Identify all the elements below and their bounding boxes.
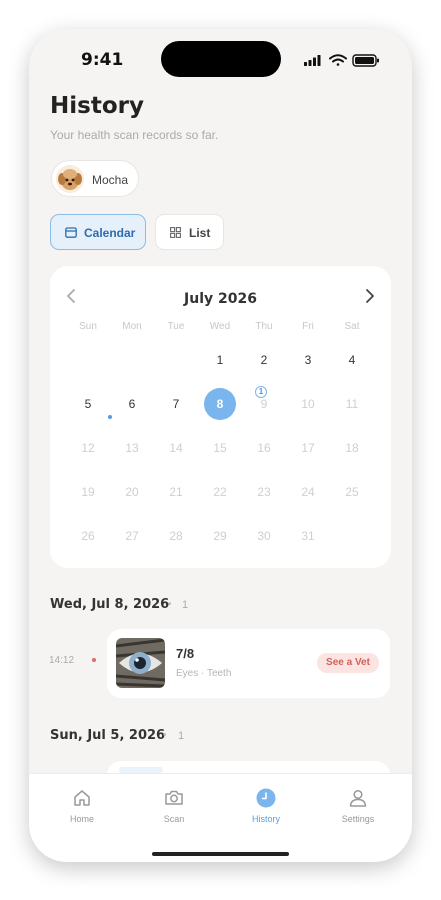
home-icon <box>74 790 90 806</box>
pet-name: Mocha <box>92 173 129 187</box>
scan-count-badge: 1 <box>255 386 267 398</box>
calendar-day-selected[interactable]: 8 <box>204 388 236 420</box>
calendar-day[interactable]: 24 <box>292 476 324 508</box>
chevron-right-icon[interactable] <box>360 287 378 305</box>
group-count: 1 <box>182 599 189 611</box>
calendar-day[interactable]: 20 <box>116 476 148 508</box>
tab-home[interactable]: Home <box>37 774 127 844</box>
weekday-label: Mon <box>122 321 142 332</box>
calendar-day[interactable]: 29 <box>204 520 236 552</box>
calendar-day[interactable]: 7 <box>160 388 192 420</box>
tab-label: Home <box>69 814 94 824</box>
calendar-day[interactable]: 19 <box>72 476 104 508</box>
tab-settings[interactable]: Settings <box>313 774 403 844</box>
tab-scan[interactable]: Scan <box>129 774 219 844</box>
calendar-day[interactable]: 10 <box>292 388 324 420</box>
see-vet-badge: See a Vet <box>317 653 379 673</box>
record-tags: Eyes · Teeth <box>176 668 232 679</box>
list-view-button[interactable]: List <box>155 214 224 250</box>
weekday-label: Sat <box>344 321 360 332</box>
calendar-day[interactable]: 13 <box>116 432 148 464</box>
calendar-day[interactable]: 3 <box>292 344 324 376</box>
calendar-day[interactable]: 27 <box>116 520 148 552</box>
camera-icon <box>165 790 183 805</box>
scan-indicator-dot <box>108 415 112 419</box>
calendar-view-label: Calendar <box>84 226 136 240</box>
calendar-day[interactable]: 17 <box>292 432 324 464</box>
pet-avatar <box>56 165 84 193</box>
phone-frame: 9:41 History Your health scan records so… <box>29 29 412 862</box>
calendar-day[interactable]: 14 <box>160 432 192 464</box>
calendar-day[interactable]: 30 <box>248 520 280 552</box>
page-title: History <box>50 93 144 119</box>
calendar-day[interactable]: 23 <box>248 476 280 508</box>
weekday-label: Thu <box>255 321 273 332</box>
calendar-day[interactable]: 5 <box>72 388 104 420</box>
record-card[interactable] <box>107 761 390 773</box>
eye-photo-icon <box>116 638 165 688</box>
weekday-label: Fri <box>302 321 314 332</box>
tab-bar: Home Scan History Settings <box>29 773 412 862</box>
calendar-icon <box>65 227 77 238</box>
group-count: 1 <box>178 730 185 742</box>
tab-history[interactable]: History <box>221 774 311 844</box>
weekday-label: Sun <box>79 321 97 332</box>
calendar-day[interactable]: 15 <box>204 432 236 464</box>
record-status-dot <box>92 658 96 662</box>
calendar-day[interactable]: 1 <box>204 344 236 376</box>
record-card[interactable]: 7/8 Eyes · Teeth See a Vet <box>107 629 390 698</box>
calendar-day[interactable]: 26 <box>72 520 104 552</box>
dog-icon <box>56 165 84 193</box>
calendar-card: July 2026 Sun Mon Tue Wed Thu Fri Sat 12345678… <box>50 266 391 568</box>
pet-selector[interactable]: Mocha <box>51 160 139 197</box>
grid-icon <box>170 227 181 238</box>
tab-label: Scan <box>163 814 185 824</box>
group-date-header: Sun, Jul 5, 2026 <box>50 728 166 743</box>
group-date-header: Wed, Jul 8, 2026 <box>50 597 170 612</box>
calendar-day[interactable]: 21 <box>160 476 192 508</box>
calendar-day[interactable]: 18 <box>336 432 368 464</box>
history-content[interactable]: History Your health scan records so far.… <box>29 29 412 773</box>
tab-label: Settings <box>341 814 375 824</box>
weekday-label: Wed <box>209 321 231 332</box>
calendar-month-label: July 2026 <box>184 291 257 307</box>
calendar-day[interactable]: 2 <box>248 344 280 376</box>
calendar-day[interactable]: 28 <box>160 520 192 552</box>
calendar-day[interactable]: 31 <box>292 520 324 552</box>
clock-icon <box>256 788 276 808</box>
calendar-view-button[interactable]: Calendar <box>50 214 146 250</box>
page-subtitle: Your health scan records so far. <box>50 128 219 142</box>
calendar-day[interactable]: 11 <box>336 388 368 420</box>
list-view-label: List <box>189 226 211 240</box>
calendar-day[interactable]: 6 <box>116 388 148 420</box>
calendar-day[interactable]: 22 <box>204 476 236 508</box>
weekday-label: Tue <box>167 321 185 332</box>
record-score: 7/8 <box>176 646 195 661</box>
record-thumbnail <box>116 638 165 688</box>
person-icon <box>349 789 367 807</box>
home-indicator <box>152 852 289 856</box>
group-separator: • <box>168 599 172 610</box>
calendar-day[interactable]: 25 <box>336 476 368 508</box>
tab-label: History <box>251 814 280 824</box>
calendar-day[interactable]: 4 <box>336 344 368 376</box>
calendar-day[interactable]: 12 <box>72 432 104 464</box>
record-time: 14:12 <box>49 655 75 666</box>
calendar-day[interactable]: 16 <box>248 432 280 464</box>
group-separator: • <box>163 730 167 741</box>
